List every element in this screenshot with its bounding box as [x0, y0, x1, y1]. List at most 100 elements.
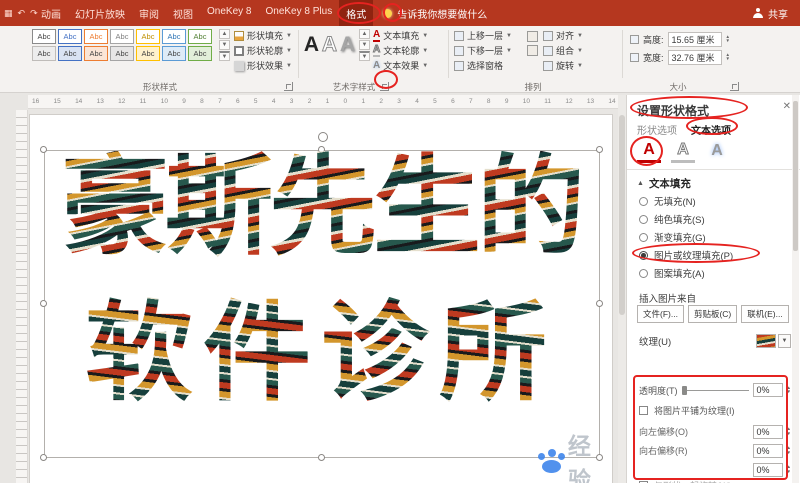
- ribbon-button[interactable]: 旋转 ▼: [543, 58, 583, 73]
- fill-option-radio[interactable]: 纯色填充(S): [639, 210, 733, 228]
- align-grid-icon[interactable]: [527, 31, 538, 42]
- text-fill-section-header[interactable]: ▲ 文本填充: [637, 176, 691, 191]
- transparency-slider[interactable]: [681, 384, 749, 396]
- shape-style-thumbnail[interactable]: Abc: [188, 29, 212, 44]
- ribbon-tab[interactable]: 幻灯片放映: [68, 0, 132, 26]
- save-icon[interactable]: ▦: [4, 8, 13, 19]
- offset-value[interactable]: 0%: [752, 462, 783, 477]
- gallery-down-icon[interactable]: ▼: [219, 40, 230, 50]
- gallery-up-icon[interactable]: ▲: [359, 29, 370, 39]
- fill-option-radio[interactable]: 图案填充(A): [639, 264, 733, 282]
- shape-style-thumbnail[interactable]: Abc: [58, 46, 82, 61]
- offset-spinner[interactable]: ▲ ▼: [787, 445, 791, 455]
- rotate-with-shape-checkbox[interactable]: 与形状一起旋转(W): [639, 479, 732, 483]
- shape-style-thumbnail[interactable]: Abc: [162, 46, 186, 61]
- transparency-spinner[interactable]: ▲ ▼: [787, 385, 791, 395]
- rotate-handle-icon[interactable]: [318, 132, 328, 142]
- ribbon-button[interactable]: A 文本填充 ▼: [373, 28, 428, 43]
- wordart-text-line2[interactable]: 软件诊所: [30, 297, 612, 411]
- ribbon-tab[interactable]: 格式: [339, 0, 374, 26]
- texture-dropdown-icon[interactable]: ▼: [778, 334, 791, 348]
- panel-tab[interactable]: 文本选项: [691, 122, 731, 137]
- textbox-layout-icon[interactable]: A: [705, 139, 729, 163]
- offset-spinner[interactable]: ▲ ▼: [787, 464, 791, 474]
- letter-a-icon: A: [372, 43, 381, 57]
- ribbon-button[interactable]: 形状填充 ▼: [234, 28, 292, 43]
- fill-option-radio[interactable]: 无填充(N): [639, 192, 733, 210]
- ribbon-button[interactable]: 对齐 ▼: [543, 28, 583, 43]
- ribbon-button[interactable]: A 文本轮廓 ▼: [372, 43, 428, 58]
- ribbon-tab[interactable]: OneKey 8: [200, 0, 258, 26]
- gallery-down-icon[interactable]: ▼: [359, 40, 370, 50]
- width-spinner[interactable]: ▲ ▼: [726, 52, 730, 62]
- height-field[interactable]: 15.65 厘米: [667, 31, 722, 47]
- ribbon-button[interactable]: 选择窗格: [454, 58, 512, 73]
- gallery-up-icon[interactable]: ▲: [219, 29, 230, 39]
- ribbon-button[interactable]: A 文本效果 ▼: [373, 58, 428, 73]
- shape-style-thumbnail[interactable]: Abc: [84, 29, 108, 44]
- gallery-more-icon[interactable]: ▼: [219, 51, 230, 61]
- ribbon-tab[interactable]: OneKey 8 Plus: [258, 0, 339, 26]
- transparency-value[interactable]: 0%: [752, 383, 783, 397]
- ribbon-button[interactable]: 形状效果 ▼: [234, 58, 292, 73]
- tell-me-box[interactable]: 告诉我你想要做什么: [383, 6, 487, 21]
- shape-format-icon: [234, 60, 244, 71]
- text-fill-outline-icon[interactable]: A: [637, 139, 661, 163]
- shape-style-thumbnail[interactable]: Abc: [110, 29, 134, 44]
- shape-style-thumbnail[interactable]: Abc: [136, 29, 160, 44]
- fill-option-radio[interactable]: 渐变填充(G): [639, 228, 733, 246]
- height-icon: [630, 34, 639, 44]
- wordart-text-line1[interactable]: 豪斯先生的: [30, 151, 612, 265]
- insert-source-button[interactable]: 剪贴板(C): [687, 305, 738, 323]
- shape-style-thumbnail[interactable]: Abc: [162, 29, 186, 44]
- canvas-scrollbar-thumb[interactable]: [619, 115, 625, 315]
- size-dialog-launcher-icon[interactable]: [730, 82, 739, 91]
- ribbon-button[interactable]: 上移一层 ▼: [454, 28, 512, 43]
- shape-style-thumbnail[interactable]: Abc: [188, 46, 212, 61]
- slide-canvas[interactable]: 豪斯先生的 软件诊所 经验: [30, 115, 612, 483]
- width-field[interactable]: 32.76 厘米: [667, 49, 722, 65]
- selection-handle[interactable]: [40, 454, 47, 461]
- tile-picture-checkbox[interactable]: 将图片平铺为纹理(I): [639, 404, 735, 417]
- height-spinner[interactable]: ▲ ▼: [726, 34, 730, 44]
- shape-style-thumbnail[interactable]: Abc: [32, 29, 56, 44]
- group-label-arrange: 排列: [524, 82, 542, 92]
- align-grid-icon[interactable]: [527, 45, 538, 56]
- shape-style-thumbnail[interactable]: Abc: [58, 29, 82, 44]
- shape-styles-dialog-launcher-icon[interactable]: [284, 82, 293, 91]
- ribbon-tab[interactable]: 视图: [166, 0, 200, 26]
- undo-icon[interactable]: ↶: [18, 8, 26, 19]
- insert-source-button[interactable]: 文件(F)...: [637, 305, 684, 323]
- wordart-dialog-launcher-icon[interactable]: [380, 82, 389, 91]
- transparency-label: 透明度(T): [639, 385, 678, 396]
- wordart-style-thumbnail[interactable]: A: [303, 28, 320, 61]
- offset-spinner[interactable]: ▲ ▼: [787, 426, 791, 436]
- shape-style-thumbnail[interactable]: Abc: [84, 46, 108, 61]
- fill-option-radio[interactable]: 图片或纹理填充(P): [639, 246, 733, 264]
- shape-style-thumbnail[interactable]: Abc: [136, 46, 160, 61]
- ribbon-button[interactable]: 形状轮廓 ▼: [234, 43, 292, 58]
- selection-handle[interactable]: [318, 454, 325, 461]
- shape-style-thumbnail[interactable]: Abc: [110, 46, 134, 61]
- arrange-icon: [543, 30, 553, 41]
- panel-tab[interactable]: 形状选项: [637, 122, 677, 137]
- shape-style-thumbnail[interactable]: Abc: [32, 46, 56, 61]
- insert-source-button[interactable]: 联机(E)...: [741, 305, 789, 323]
- wordart-style-thumbnail[interactable]: A: [321, 28, 338, 61]
- share-button[interactable]: 共享: [753, 6, 800, 21]
- ruler-number: 1: [325, 98, 330, 105]
- text-effects-icon[interactable]: A: [671, 139, 695, 163]
- offset-value[interactable]: 0%: [752, 424, 783, 439]
- close-icon[interactable]: ✕: [783, 101, 791, 112]
- ribbon-button[interactable]: 组合 ▼: [543, 43, 583, 58]
- panel-scrollbar-thumb[interactable]: [793, 101, 798, 251]
- wordart-style-thumbnail[interactable]: A: [339, 28, 356, 61]
- offset-value[interactable]: 0%: [752, 443, 783, 458]
- ribbon-tab[interactable]: 动画: [34, 0, 68, 26]
- texture-preview-swatch[interactable]: [756, 334, 776, 348]
- ribbon-button[interactable]: 下移一层 ▼: [454, 43, 512, 58]
- ribbon-tab[interactable]: 审阅: [132, 0, 166, 26]
- gallery-more-icon[interactable]: ▼: [359, 51, 370, 61]
- letter-a-icon: A: [373, 59, 381, 71]
- ruler-number: 2: [379, 98, 383, 105]
